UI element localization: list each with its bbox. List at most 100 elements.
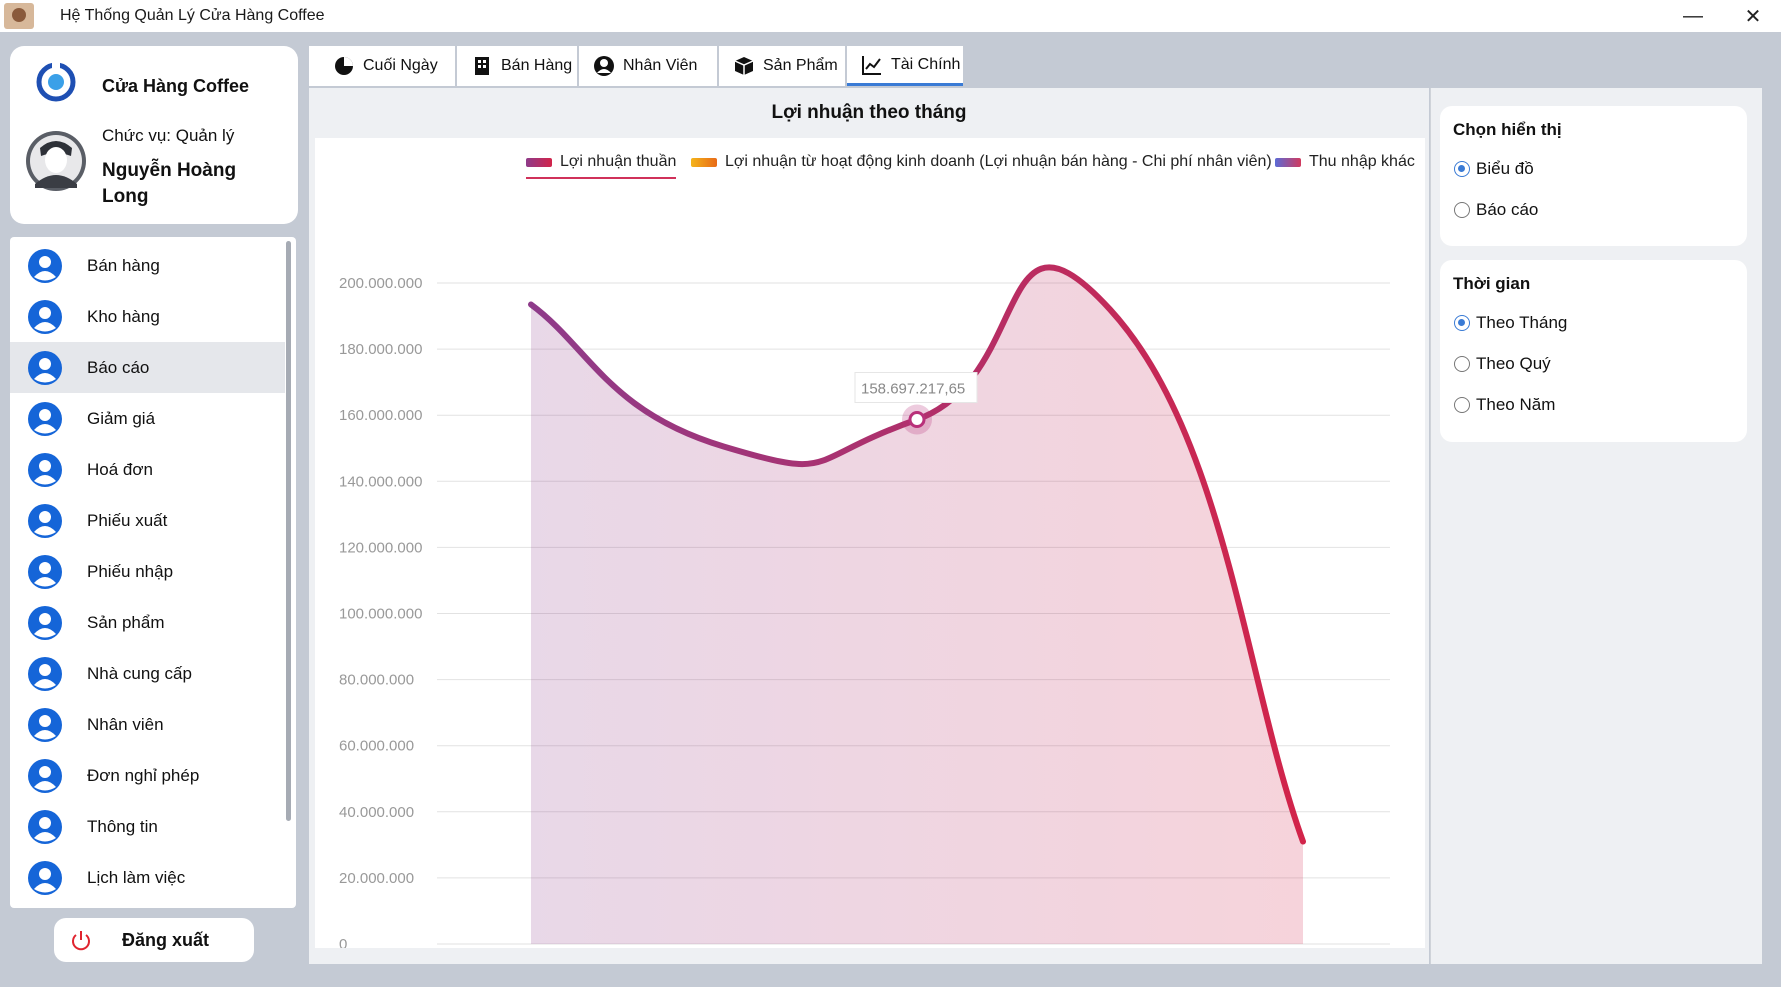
user-circle-icon [28, 758, 62, 793]
user-circle-icon [28, 503, 62, 538]
sidebar-item-label: Lịch làm việc [87, 867, 186, 887]
y-tick-label: 140.000.000 [339, 473, 422, 490]
chart-title: Lợi nhuận theo tháng [771, 102, 967, 123]
sidebar-item[interactable]: Lịch làm việc [10, 852, 285, 903]
sidebar-item[interactable]: Kho hàng [10, 291, 285, 342]
sidebar-item[interactable]: Đơn nghỉ phép [10, 750, 285, 801]
store-logo-icon [36, 62, 76, 102]
user-circle-icon [28, 452, 62, 487]
user-name: Nguyễn Hoàng Long [102, 160, 237, 207]
radio-by-year[interactable]: Theo Năm [1454, 394, 1555, 416]
tab[interactable]: Bán Hàng [457, 46, 577, 86]
radio-by-quarter[interactable]: Theo Quý [1454, 353, 1551, 375]
sidebar-item-label: Đơn nghỉ phép [87, 765, 200, 785]
profit-chart: 0 20.000.000 40.000.000 60.000.000 80.000.00… [339, 264, 1390, 948]
y-tick-label: 80.000.000 [339, 672, 414, 689]
options-panel: Chọn hiển thị Biểu đồ Báo cáo Thời gian … [1430, 88, 1762, 964]
sidebar-item[interactable]: Nhà cung cấp [10, 648, 285, 699]
sidebar-item[interactable]: Báo cáo [10, 342, 285, 393]
user-circle-icon [28, 656, 62, 691]
minimize-button[interactable]: — [1670, 0, 1716, 32]
user-circle-icon [28, 809, 62, 844]
chart-area: Lợi nhuận thuần Lợi nhuận từ hoạt động k… [315, 138, 1425, 948]
app-logo-icon [4, 3, 34, 29]
sidebar-item-label: Giảm giá [87, 408, 156, 428]
user-role: Chức vụ: Quản lý [102, 126, 235, 145]
radio-chart[interactable]: Biểu đồ [1454, 158, 1534, 180]
title-bar: Hệ Thống Quản Lý Cửa Hàng Coffee — ✕ [0, 0, 1781, 32]
tab-label: Tài Chính [891, 55, 961, 73]
close-button[interactable]: ✕ [1730, 0, 1776, 32]
y-tick-label: 60.000.000 [339, 738, 414, 755]
store-name: Cửa Hàng Coffee [102, 76, 250, 96]
y-tick-label: 180.000.000 [339, 341, 422, 358]
window-title: Hệ Thống Quản Lý Cửa Hàng Coffee [60, 7, 325, 24]
display-options-card: Chọn hiển thị Biểu đồ Báo cáo [1440, 106, 1747, 246]
sidebar-item-label: Thông tin [87, 816, 158, 836]
radio-label: Theo Tháng [1476, 313, 1568, 332]
sidebar-item[interactable]: Sản phẩm [10, 597, 285, 648]
sidebar-item-label: Phiếu nhập [87, 561, 174, 581]
sidebar-item-label: Sản phẩm [87, 612, 165, 632]
menu-scrollbar[interactable] [286, 241, 291, 821]
sidebar-item[interactable]: Phiếu xuất [10, 495, 285, 546]
tab-label: Sản Phẩm [763, 57, 838, 74]
y-tick-label: 0 [339, 936, 347, 948]
tab-label: Bán Hàng [501, 57, 573, 74]
building-icon [475, 57, 489, 75]
sidebar-item-label: Bán hàng [87, 255, 160, 275]
sidebar-item[interactable]: Giảm giá [10, 393, 285, 444]
radio-icon [1454, 397, 1470, 413]
tab[interactable]: Tài Chính [847, 46, 963, 86]
radio-icon [1454, 202, 1470, 218]
sidebar-item[interactable]: Phiếu nhập [10, 546, 285, 597]
user-circle-icon [28, 707, 62, 742]
tab-label: Nhân Viên [623, 57, 698, 74]
sidebar-item-label: Kho hàng [87, 306, 160, 326]
radio-label: Báo cáo [1476, 200, 1539, 219]
finance-chart-icon [862, 55, 881, 75]
user-circle-icon [28, 554, 62, 589]
sidebar-item[interactable]: Nhân viên [10, 699, 285, 750]
radio-label: Theo Năm [1476, 395, 1556, 414]
y-tick-label: 40.000.000 [339, 804, 414, 821]
tab[interactable]: Cuối Ngày [309, 46, 455, 86]
user-circle-icon [28, 299, 62, 334]
sidebar-item[interactable]: Bán hàng [10, 240, 285, 291]
report-tabs: Cuối Ngày Bán Hàng Nhân Viên Sản Phẩm Tài Ch… [309, 46, 1759, 88]
y-tick-label: 160.000.000 [339, 407, 422, 424]
logout-button[interactable]: Đăng xuất [54, 918, 254, 962]
user-circle-icon [594, 56, 614, 76]
power-icon [72, 931, 90, 951]
display-options-title: Chọn hiển thị [1453, 120, 1562, 139]
avatar [26, 131, 86, 191]
y-tick-label: 100.000.000 [339, 606, 422, 623]
sidebar-item-label: Hoá đơn [87, 459, 153, 479]
sidebar-menu: Bán hàng Kho hàng Báo cáo Giảm giá Hoá đơn Ph… [10, 237, 296, 908]
radio-by-month[interactable]: Theo Tháng [1454, 312, 1567, 334]
sidebar-item[interactable]: Hoá đơn [10, 444, 285, 495]
tab[interactable]: Nhân Viên [579, 46, 717, 86]
user-circle-icon [28, 401, 62, 436]
radio-icon [1454, 315, 1470, 331]
radio-icon [1454, 161, 1470, 177]
tab[interactable]: Sản Phẩm [719, 46, 845, 86]
radio-label: Theo Quý [1476, 354, 1551, 373]
data-point [908, 411, 926, 429]
user-circle-icon [28, 350, 62, 385]
y-tick-label: 200.000.000 [339, 275, 422, 292]
pie-chart-icon [335, 57, 353, 75]
chart-panel: Lợi nhuận theo tháng Lợi nhuận thuần Lợi… [309, 88, 1429, 964]
tab-label: Cuối Ngày [363, 57, 438, 74]
user-circle-icon [28, 860, 62, 895]
sidebar-item-label: Báo cáo [87, 357, 150, 377]
time-options-card: Thời gian Theo Tháng Theo Quý Theo Năm [1440, 260, 1747, 442]
sidebar-item[interactable]: Thông tin [10, 801, 285, 852]
radio-label: Biểu đồ [1476, 159, 1534, 178]
sidebar-item-label: Nhà cung cấp [87, 663, 192, 683]
radio-icon [1454, 356, 1470, 372]
profile-card: Cửa Hàng Coffee Chức vụ: Quản lý Nguyễn … [10, 46, 298, 224]
user-circle-icon [28, 605, 62, 640]
logout-label: Đăng xuất [122, 930, 210, 950]
radio-report[interactable]: Báo cáo [1454, 199, 1538, 221]
